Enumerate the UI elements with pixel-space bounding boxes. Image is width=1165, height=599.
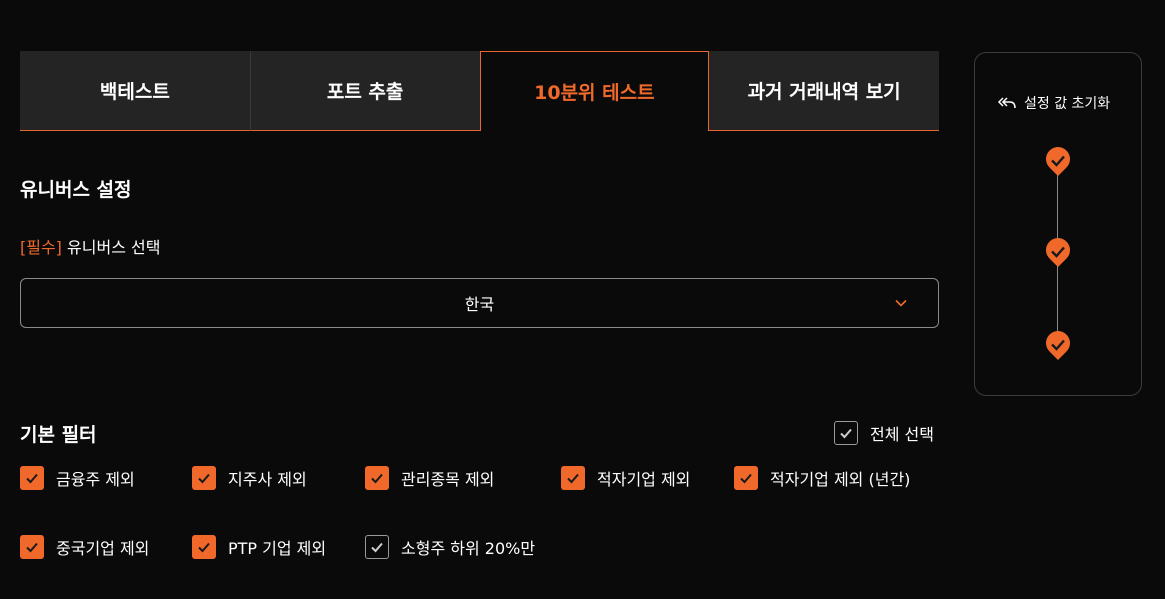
tab-decile-test[interactable]: 10분위 테스트 [479,51,710,131]
check-icon [365,466,389,490]
page: 백테스트 포트 추출 10분위 테스트 과거 거래내역 보기 유니버스 설정 [… [0,0,1165,599]
reset-settings-label: 설정 값 초기화 [1024,96,1111,112]
tab-port-extract[interactable]: 포트 추출 [249,51,480,131]
filter-label: 소형주 하위 20%만 [401,539,536,558]
universe-field-label: [필수] 유니버스 선택 [20,234,160,258]
step-3-check-icon [1046,331,1070,360]
filter-label: 금융주 제외 [56,470,135,489]
checkbox-icon [834,421,858,445]
basic-filter-title: 기본 필터 [20,424,97,446]
filter-exclude-managed[interactable]: 관리종목 제외 [365,466,494,490]
check-icon [20,535,44,559]
reply-all-icon [997,97,1016,109]
universe-section-title: 유니버스 설정 [20,179,132,201]
filter-exclude-chinese[interactable]: 중국기업 제외 [20,535,149,559]
filter-label: 지주사 제외 [228,470,307,489]
check-icon [192,535,216,559]
progress-side-panel: 설정 값 초기화 [974,52,1142,396]
filter-label: 적자기업 제외 (년간) [770,470,911,489]
select-all-label: 전체 선택 [870,425,934,444]
filter-small-cap-bottom[interactable]: 소형주 하위 20%만 [365,535,535,559]
filter-exclude-deficit-annual[interactable]: 적자기업 제외 (년간) [734,466,910,490]
select-all-checkbox[interactable]: 전체 선택 [834,421,934,445]
filter-label: 중국기업 제외 [56,539,150,558]
filter-exclude-deficit[interactable]: 적자기업 제외 [561,466,690,490]
check-icon [192,466,216,490]
filter-exclude-ptp[interactable]: PTP 기업 제외 [192,535,326,559]
filter-label: 적자기업 제외 [597,470,691,489]
filter-exclude-holding[interactable]: 지주사 제외 [192,466,307,490]
checkbox-icon [365,535,389,559]
universe-selected-value: 한국 [464,295,495,314]
universe-select-label: 유니버스 선택 [67,238,161,257]
tab-bar: 백테스트 포트 추출 10분위 테스트 과거 거래내역 보기 [20,51,939,131]
check-icon [20,466,44,490]
chevron-down-icon [895,299,907,307]
required-tag: [필수] [20,238,62,257]
tab-trade-history[interactable]: 과거 거래내역 보기 [709,51,939,131]
universe-select[interactable]: 한국 [20,278,939,328]
step-1-check-icon [1046,147,1070,176]
filter-label: PTP 기업 제외 [228,539,327,558]
tab-backtest[interactable]: 백테스트 [20,51,250,131]
step-2-check-icon [1046,238,1070,267]
reset-settings-button[interactable]: 설정 값 초기화 [997,93,1110,113]
filter-label: 관리종목 제외 [401,470,495,489]
filter-exclude-financials[interactable]: 금융주 제외 [20,466,135,490]
check-icon [734,466,758,490]
check-icon [561,466,585,490]
